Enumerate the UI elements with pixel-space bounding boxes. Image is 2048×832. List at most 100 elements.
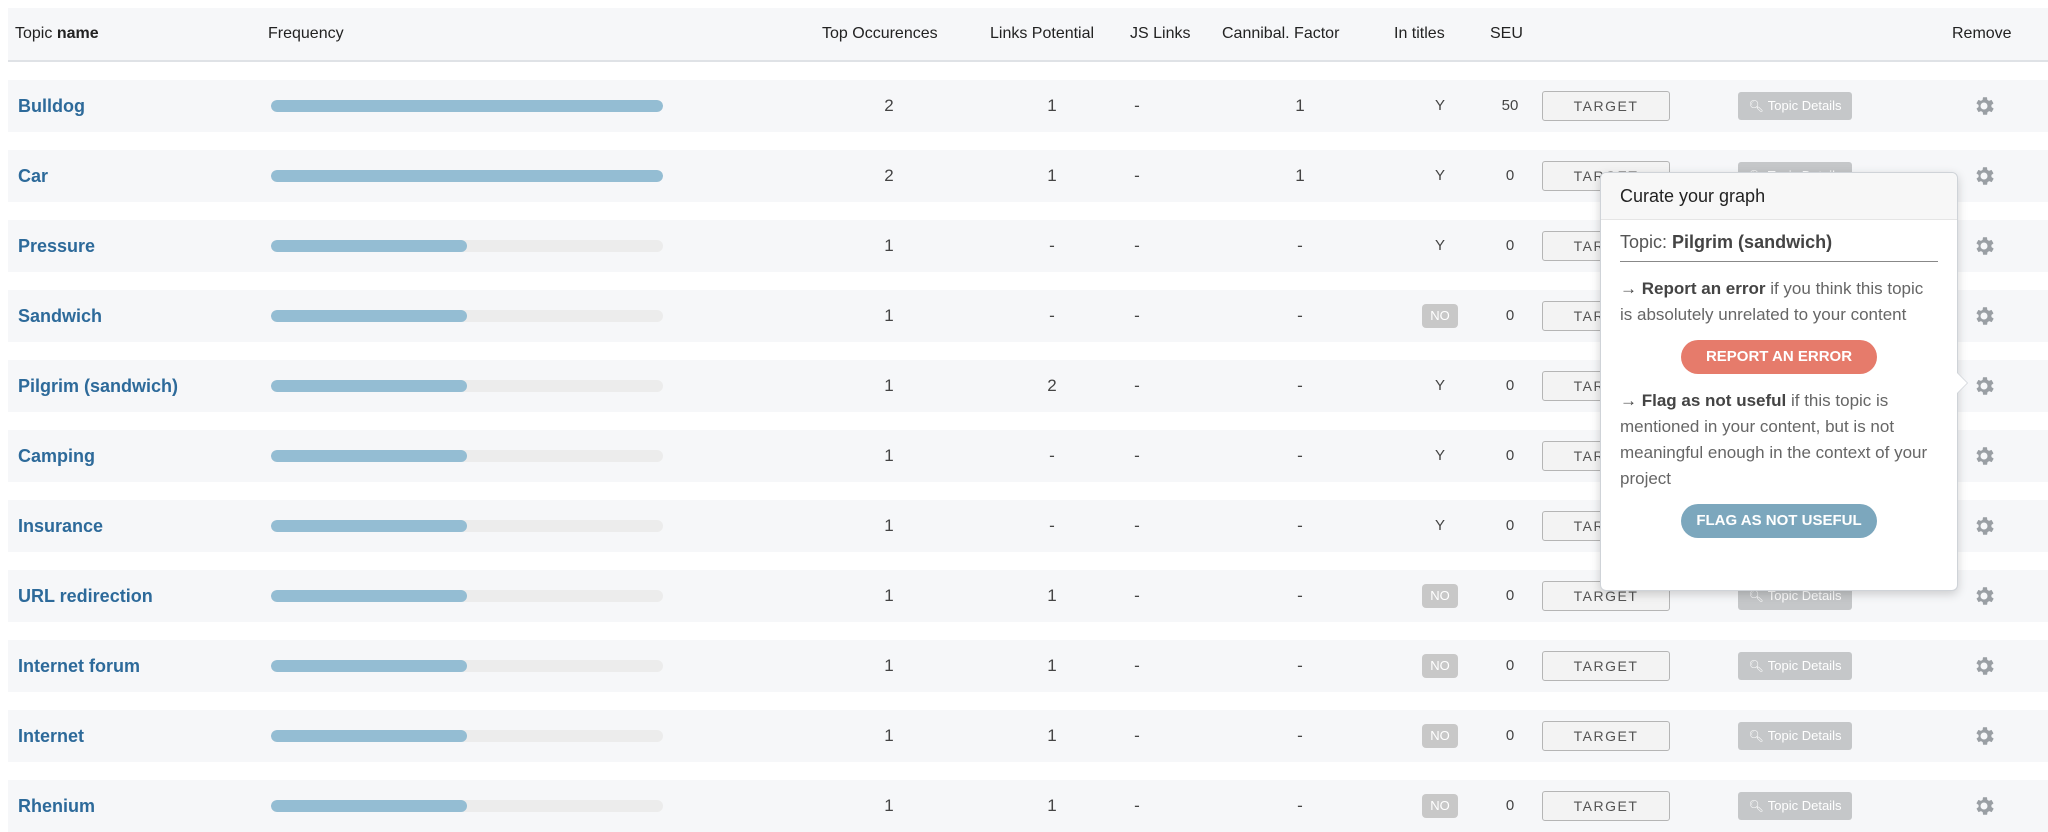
search-icon: 🔍︎ — [1748, 659, 1764, 673]
gear-icon[interactable] — [1972, 794, 1996, 818]
links-potential-value: - — [1049, 516, 1055, 535]
links-potential-value: 1 — [1047, 96, 1057, 115]
top-occurences-value: 2 — [884, 96, 894, 115]
links-potential-value: - — [1049, 446, 1055, 465]
frequency-bar — [271, 520, 663, 532]
topic-name-link[interactable]: Internet — [18, 710, 84, 762]
topic-details-label: Topic Details — [1767, 98, 1842, 113]
header-js-links[interactable]: JS Links — [1130, 8, 1190, 60]
links-potential-value: 1 — [1047, 586, 1057, 605]
table-header: Topic name Frequency Top Occurences Link… — [8, 8, 2048, 62]
gear-icon[interactable] — [1972, 654, 1996, 678]
topic-name-link[interactable]: URL redirection — [18, 570, 153, 622]
frequency-bar — [271, 170, 663, 182]
in-titles-cell: Y — [1410, 430, 1470, 482]
topic-name-link[interactable]: Insurance — [18, 500, 103, 552]
frequency-bar — [271, 100, 663, 112]
topic-name-link[interactable]: Bulldog — [18, 80, 85, 132]
topic-details-button[interactable]: 🔍︎Topic Details — [1738, 792, 1852, 820]
topic-name-link[interactable]: Rhenium — [18, 780, 95, 832]
js-links-value: - — [1134, 796, 1140, 815]
target-button[interactable]: TARGET — [1542, 721, 1670, 751]
top-occurences-value: 1 — [884, 726, 894, 745]
topic-details-label: Topic Details — [1767, 798, 1842, 813]
topic-name-link[interactable]: Camping — [18, 430, 95, 482]
seu-value: 0 — [1505, 727, 1515, 744]
cannibal-factor-value: - — [1297, 236, 1303, 255]
header-in-titles[interactable]: In titles — [1394, 8, 1445, 60]
header-links-potential[interactable]: Links Potential — [990, 8, 1094, 60]
links-potential-value: 1 — [1047, 656, 1057, 675]
arrow-right-icon: → — [1620, 391, 1637, 410]
cannibal-factor-value: - — [1297, 656, 1303, 675]
gear-icon[interactable] — [1972, 374, 1996, 398]
target-button[interactable]: TARGET — [1542, 91, 1670, 121]
header-topic-prefix: Topic — [15, 25, 53, 42]
popover-topic-prefix: Topic: — [1620, 232, 1668, 252]
header-top-occurences[interactable]: Top Occurences — [822, 8, 938, 60]
topic-name-link[interactable]: Pilgrim (sandwich) — [18, 360, 178, 412]
top-occurences-value: 1 — [884, 656, 894, 675]
flag-not-useful-description: → Flag as not useful if this topic is me… — [1620, 388, 1938, 492]
seu-value: 0 — [1505, 587, 1515, 604]
in-titles-cell: NO — [1410, 640, 1470, 692]
frequency-bar — [271, 660, 663, 672]
report-error-button[interactable]: REPORT AN ERROR — [1681, 340, 1877, 374]
frequency-bar-fill — [271, 100, 663, 112]
in-titles-value: Y — [1434, 517, 1445, 534]
header-seu[interactable]: SEU — [1490, 8, 1523, 60]
cannibal-factor-value: 1 — [1295, 96, 1305, 115]
seu-value: 0 — [1505, 517, 1515, 534]
flag-not-useful-bold: Flag as not useful — [1641, 391, 1787, 410]
js-links-value: - — [1134, 656, 1140, 675]
gear-icon[interactable] — [1972, 164, 1996, 188]
in-titles-cell: Y — [1410, 360, 1470, 412]
not-in-titles-badge: NO — [1422, 724, 1458, 749]
in-titles-value: Y — [1434, 167, 1445, 184]
target-button[interactable]: TARGET — [1542, 651, 1670, 681]
in-titles-cell: NO — [1410, 570, 1470, 622]
popover-topic-name: Pilgrim (sandwich) — [1672, 232, 1833, 252]
topic-name-link[interactable]: Car — [18, 150, 48, 202]
js-links-value: - — [1134, 586, 1140, 605]
topic-details-button[interactable]: 🔍︎Topic Details — [1738, 652, 1852, 680]
cannibal-factor-value: 1 — [1295, 166, 1305, 185]
not-in-titles-badge: NO — [1422, 794, 1458, 819]
not-in-titles-badge: NO — [1422, 654, 1458, 679]
gear-icon[interactable] — [1972, 444, 1996, 468]
links-potential-value: - — [1049, 306, 1055, 325]
gear-icon[interactable] — [1972, 304, 1996, 328]
topic-details-button[interactable]: 🔍︎Topic Details — [1738, 722, 1852, 750]
target-button[interactable]: TARGET — [1542, 791, 1670, 821]
gear-icon[interactable] — [1972, 724, 1996, 748]
gear-icon[interactable] — [1972, 584, 1996, 608]
header-frequency[interactable]: Frequency — [268, 8, 344, 60]
header-cannibal-factor[interactable]: Cannibal. Factor — [1222, 8, 1339, 60]
cannibal-factor-value: - — [1297, 446, 1303, 465]
seu-value: 0 — [1505, 307, 1515, 324]
topic-name-link[interactable]: Internet forum — [18, 640, 140, 692]
in-titles-value: Y — [1434, 377, 1445, 394]
gear-icon[interactable] — [1972, 514, 1996, 538]
in-titles-cell: NO — [1410, 780, 1470, 832]
search-icon: 🔍︎ — [1748, 99, 1764, 113]
in-titles-cell: NO — [1410, 710, 1470, 762]
topic-details-button[interactable]: 🔍︎Topic Details — [1738, 92, 1852, 120]
cannibal-factor-value: - — [1297, 586, 1303, 605]
header-remove: Remove — [1952, 25, 2012, 42]
top-occurences-value: 1 — [884, 306, 894, 325]
gear-icon[interactable] — [1972, 94, 1996, 118]
cannibal-factor-value: - — [1297, 726, 1303, 745]
topic-name-link[interactable]: Pressure — [18, 220, 95, 272]
popover-arrow-inner — [1957, 373, 1967, 393]
gear-icon[interactable] — [1972, 234, 1996, 258]
header-topic-name[interactable]: Topic name — [15, 8, 99, 60]
frequency-bar — [271, 310, 663, 322]
seu-value: 0 — [1505, 657, 1515, 674]
table-row: Rhenium 1 1 - - NO 0 TARGET 🔍︎ Topic Details — [8, 780, 2048, 832]
topic-name-link[interactable]: Sandwich — [18, 290, 102, 342]
top-occurences-value: 1 — [884, 516, 894, 535]
flag-not-useful-button[interactable]: FLAG AS NOT USEFUL — [1681, 504, 1877, 538]
seu-value: 0 — [1505, 797, 1515, 814]
top-occurences-value: 1 — [884, 236, 894, 255]
